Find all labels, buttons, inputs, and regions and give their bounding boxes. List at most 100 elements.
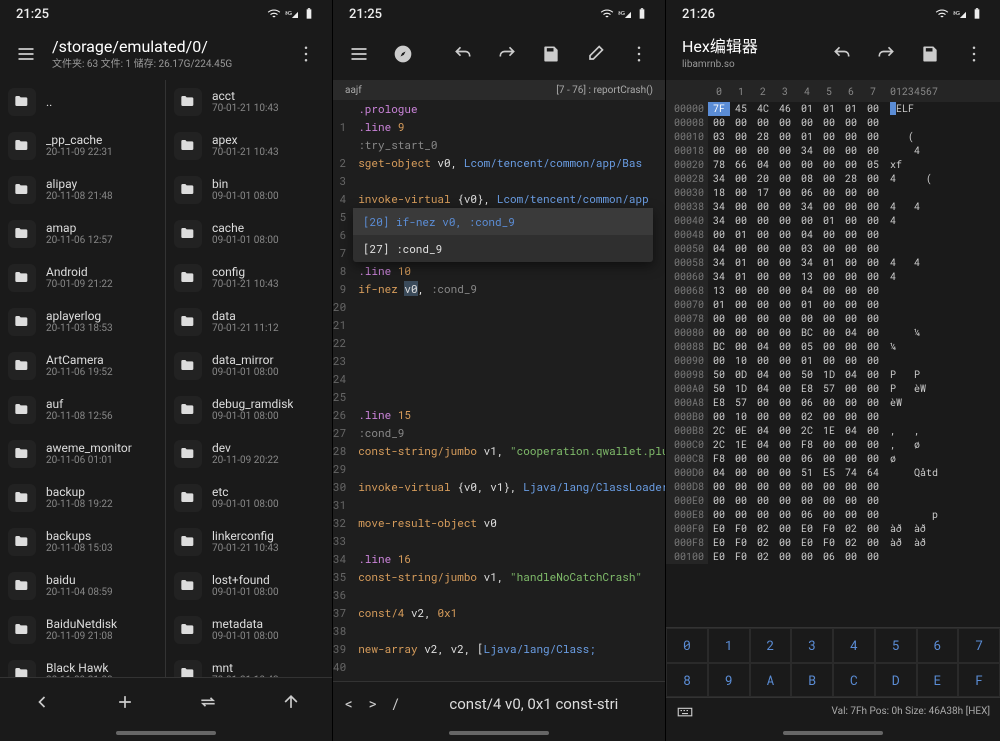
hex-row[interactable]: 000700100000001000000 (666, 298, 1000, 312)
file-item[interactable]: dev 20-11-09 20:22 (166, 432, 332, 476)
file-item[interactable]: baidu 20-11-04 08:59 (0, 564, 165, 608)
hex-row[interactable]: 000100300280001000000 ( (666, 130, 1000, 144)
file-item[interactable]: lost+found 09-01-01 08:00 (166, 564, 332, 608)
keypad-1[interactable]: 1 (708, 628, 750, 663)
keypad-3[interactable]: 3 (791, 628, 833, 663)
keypad-2[interactable]: 2 (750, 628, 792, 663)
redo-button[interactable] (489, 36, 525, 72)
file-item[interactable]: ArtCamera 20-11-06 19:52 (0, 344, 165, 388)
keypad-0[interactable]: 0 (666, 628, 708, 663)
keypad-8[interactable]: 8 (666, 663, 708, 698)
popup-item[interactable]: [27] :cond_9 (353, 235, 653, 262)
hex-row[interactable]: 000007F454C4601010100 ELF (666, 102, 1000, 116)
hex-body[interactable]: 000007F454C4601010100 ELF 00008000000000… (666, 102, 1000, 627)
popup-item[interactable]: [20] if-nez v0, :cond_9 (353, 208, 653, 235)
keypad-4[interactable]: 4 (833, 628, 875, 663)
hex-row[interactable]: 000207866040000000005xf (666, 158, 1000, 172)
file-item[interactable]: BaiduNetdisk 20-11-09 21:08 (0, 608, 165, 652)
keypad-E[interactable]: E (917, 663, 959, 698)
file-item[interactable]: bin 09-01-01 08:00 (166, 168, 332, 212)
keypad-7[interactable]: 7 (958, 628, 1000, 663)
file-item[interactable]: backup 20-11-08 19:22 (0, 476, 165, 520)
file-item[interactable]: .. (0, 80, 165, 124)
file-item[interactable]: metadata 09-01-01 08:00 (166, 608, 332, 652)
hex-row[interactable]: 000780000000000000000 (666, 312, 1000, 326)
hex-row[interactable]: 000080000000000000000 (666, 116, 1000, 130)
hex-row[interactable]: 000301800170006000000 (666, 186, 1000, 200)
undo-button[interactable] (824, 36, 860, 72)
hex-row[interactable]: 000E00000000000000000 (666, 494, 1000, 508)
hex-row[interactable]: 00098500D0400501D0400P P (666, 368, 1000, 382)
hex-row[interactable]: 000500400000003000000 (666, 242, 1000, 256)
save-button[interactable] (533, 36, 569, 72)
path-title[interactable]: /storage/emulated/0/ (52, 37, 280, 58)
save-button[interactable] (912, 36, 948, 72)
slash-button[interactable]: / (392, 686, 398, 722)
tab-bar[interactable]: aajf [7 - 76] : reportCrash() (333, 80, 665, 100)
hex-row[interactable]: 0008000000000BC000400 ¼ (666, 326, 1000, 340)
gesture-bar[interactable] (0, 725, 332, 741)
more-button[interactable] (288, 36, 324, 72)
hex-row[interactable]: 000B82C0E04002C1E0400, , (666, 424, 1000, 438)
undo-button[interactable] (445, 36, 481, 72)
more-button[interactable] (621, 36, 657, 72)
hex-row[interactable]: 000480001000004000000 (666, 228, 1000, 242)
keyboard-button[interactable] (676, 703, 694, 721)
hex-row[interactable]: 00088BC00040005000000¼ (666, 340, 1000, 354)
swap-button[interactable] (190, 684, 226, 720)
keypad-6[interactable]: 6 (917, 628, 959, 663)
file-item[interactable]: mnt 70-01-21 10:43 (166, 652, 332, 677)
more-button[interactable] (956, 36, 992, 72)
hex-row[interactable]: 000B00010000002000000 (666, 410, 1000, 424)
file-item[interactable]: alipay 20-11-08 21:48 (0, 168, 165, 212)
hex-row[interactable]: 000C02C1E0400F8000000, ø (666, 438, 1000, 452)
menu-button[interactable] (8, 36, 44, 72)
file-item[interactable]: etc 09-01-01 08:00 (166, 476, 332, 520)
hex-row[interactable]: 000A8E857000006000000èW (666, 396, 1000, 410)
file-item[interactable]: data_mirror 09-01-01 08:00 (166, 344, 332, 388)
file-item[interactable]: amap 20-11-06 12:57 (0, 212, 165, 256)
hex-row[interactable]: 0002834002000080028004 ( (666, 172, 1000, 186)
autocomplete-popup[interactable]: [20] if-nez v0, :cond_9[27] :cond_9 (353, 208, 653, 262)
file-item[interactable]: aplayerlog 20-11-03 18:53 (0, 300, 165, 344)
back-button[interactable] (24, 684, 60, 720)
hex-row[interactable]: 000681300000004000000 (666, 284, 1000, 298)
edit-button[interactable] (577, 36, 613, 72)
file-item[interactable]: data 70-01-21 11:12 (166, 300, 332, 344)
next-button[interactable]: > (369, 686, 377, 722)
menu-button[interactable] (341, 36, 377, 72)
up-button[interactable] (273, 684, 309, 720)
file-item[interactable]: linkerconfig 70-01-21 10:43 (166, 520, 332, 564)
redo-button[interactable] (868, 36, 904, 72)
file-item[interactable]: _pp_cache 20-11-09 22:31 (0, 124, 165, 168)
file-item[interactable]: Black Hawk 20-11-09 21:08 (0, 652, 165, 677)
hex-row[interactable]: 000180000000034000000 4 (666, 144, 1000, 158)
hex-row[interactable]: 000A0501D0400E8570000P èW (666, 382, 1000, 396)
file-item[interactable]: config 70-01-21 10:43 (166, 256, 332, 300)
hex-row[interactable]: 000E80000000006000000 p (666, 508, 1000, 522)
file-item[interactable]: acct 70-01-21 10:43 (166, 80, 332, 124)
keypad-B[interactable]: B (791, 663, 833, 698)
hex-row[interactable]: 000F0E0F00200E0F00200àð àð (666, 522, 1000, 536)
hex-row[interactable]: 000F8E0F00200E0F00200àð àð (666, 536, 1000, 550)
hex-row[interactable]: 0006034010000130000004 (666, 270, 1000, 284)
hex-row[interactable]: 000D00400000051E57464 Qåtd (666, 466, 1000, 480)
file-item[interactable]: apex 70-01-21 10:43 (166, 124, 332, 168)
hex-row[interactable]: 0005834010000340100004 4 (666, 256, 1000, 270)
keypad-F[interactable]: F (958, 663, 1000, 698)
hex-row[interactable]: 000C8F800000006000000ø (666, 452, 1000, 466)
hex-row[interactable]: 000D80000000000000000 (666, 480, 1000, 494)
keypad-D[interactable]: D (875, 663, 917, 698)
keypad-A[interactable]: A (750, 663, 792, 698)
file-item[interactable]: backups 20-11-08 15:03 (0, 520, 165, 564)
keypad-5[interactable]: 5 (875, 628, 917, 663)
gesture-bar[interactable] (666, 725, 1000, 741)
compass-button[interactable] (385, 36, 421, 72)
file-item[interactable]: cache 09-01-01 08:00 (166, 212, 332, 256)
gesture-bar[interactable] (333, 725, 665, 741)
keypad-9[interactable]: 9 (708, 663, 750, 698)
file-item[interactable]: debug_ramdisk 09-01-01 08:00 (166, 388, 332, 432)
file-item[interactable]: aweme_monitor 20-11-06 01:01 (0, 432, 165, 476)
hex-row[interactable]: 00100E0F0020000060000 (666, 550, 1000, 564)
add-button[interactable] (107, 684, 143, 720)
